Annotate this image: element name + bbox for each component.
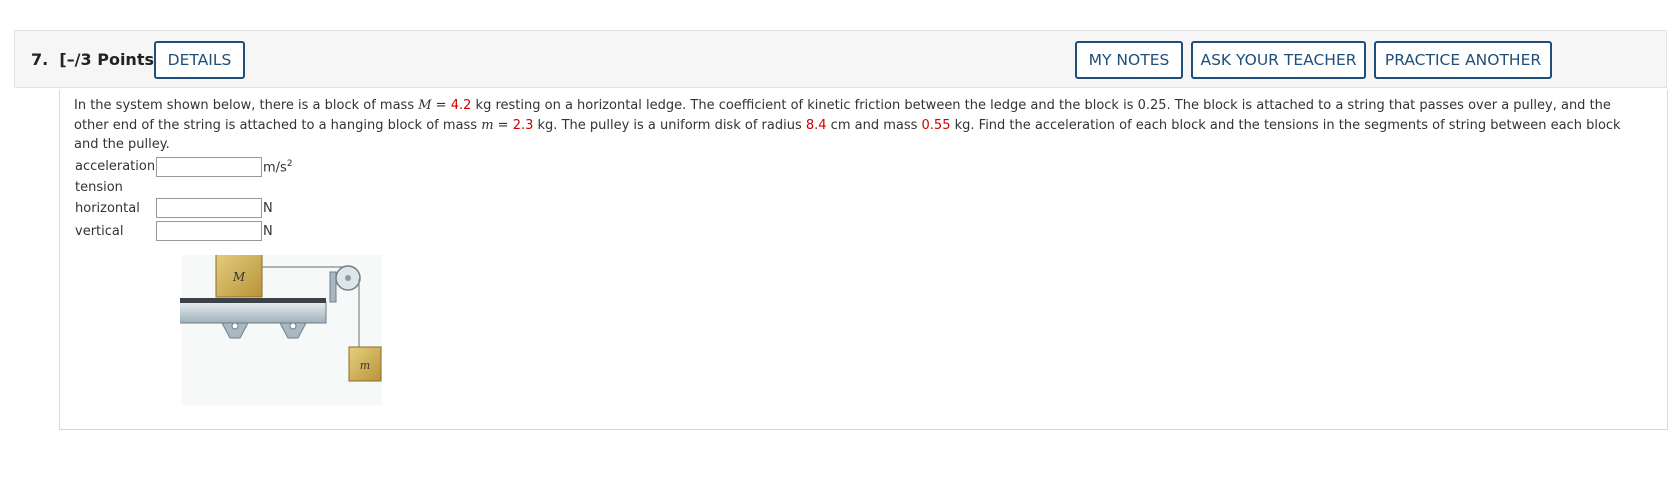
vertical-tension-input[interactable] — [156, 221, 262, 241]
ledge-top — [180, 298, 326, 303]
mass-m-symbol: m — [481, 117, 494, 133]
horizontal-unit: N — [263, 201, 273, 216]
acceleration-input[interactable] — [156, 157, 262, 177]
tension-label: tension — [75, 180, 123, 195]
mass-M-value: 4.2 — [450, 98, 472, 113]
vertical-label: vertical — [75, 224, 124, 239]
ask-your-teacher-button[interactable]: ASK YOUR TEACHER — [1191, 41, 1366, 79]
mass-m-value: 2.3 — [512, 117, 534, 133]
question-title: 7. [–/3 Points] — [31, 50, 161, 69]
acceleration-unit: m/s2 — [263, 159, 293, 176]
question-number: 7. — [31, 50, 49, 69]
pulley-mass-value: 0.55 — [921, 117, 951, 133]
points-label: [–/3 Points] — [59, 50, 162, 69]
horizontal-label: horizontal — [75, 201, 140, 216]
question-header: 7. [–/3 Points] DETAILS MY NOTES ASK YOU… — [14, 30, 1667, 88]
pulley-axle — [345, 275, 351, 281]
practice-another-button[interactable]: PRACTICE ANOTHER — [1374, 41, 1552, 79]
my-notes-button[interactable]: MY NOTES — [1075, 41, 1183, 79]
acceleration-label: acceleration — [75, 159, 156, 174]
block-M-label: M — [232, 270, 246, 284]
vertical-unit: N — [263, 224, 273, 239]
mass-M-symbol: M — [418, 98, 432, 113]
problem-statement: In the system shown below, there is a bl… — [74, 98, 1621, 152]
pulley-support — [329, 271, 337, 303]
ledge — [180, 301, 327, 324]
block-m-label: m — [360, 359, 370, 372]
pulley-radius-value: 8.4 — [805, 117, 827, 133]
horizontal-tension-input[interactable] — [156, 198, 262, 218]
details-button[interactable]: DETAILS — [154, 41, 245, 79]
pulley-system-figure: M m — [180, 255, 382, 405]
